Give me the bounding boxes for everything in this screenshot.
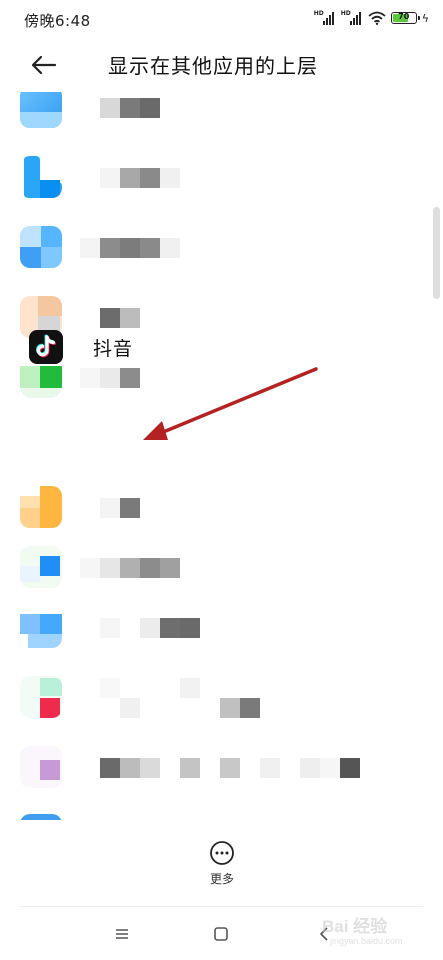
more-button[interactable]: 更多 [192, 838, 252, 890]
signal-hd-label: HD [313, 10, 324, 17]
app-list[interactable] [0, 92, 443, 820]
back-arrow-icon [31, 55, 57, 75]
app-icon [20, 746, 62, 788]
list-item[interactable] [0, 92, 443, 138]
menu-icon [116, 929, 128, 939]
blurred-app-name [100, 758, 360, 778]
list-item[interactable] [0, 598, 443, 658]
list-item[interactable] [0, 668, 443, 728]
blurred-app-name [80, 558, 180, 578]
list-item[interactable] [0, 538, 443, 598]
blurred-app-name [100, 168, 180, 188]
blurred-app-name [80, 368, 140, 388]
blurred-app-name [100, 618, 200, 638]
list-item[interactable] [0, 738, 443, 798]
list-item[interactable] [0, 806, 443, 820]
tiktok-icon [29, 330, 63, 364]
home-button[interactable] [207, 922, 235, 946]
battery-icon: 70 [390, 12, 420, 24]
wifi-icon [368, 11, 386, 25]
signal-hd-label: HD [340, 10, 351, 17]
app-icon [20, 226, 62, 268]
blurred-app-name [100, 498, 140, 518]
settings-screen: 傍晚6:48 HD HD 70 ϟ 显示在其他应用的上层 抖音 更多 Bai 经… [0, 0, 443, 960]
battery-level: 70 [398, 12, 410, 21]
tiktok-note-icon [36, 334, 56, 358]
page-title: 显示在其他应用的上层 [108, 54, 318, 78]
list-item-douyin[interactable] [0, 408, 443, 468]
app-icon [20, 546, 62, 588]
app-icon [20, 156, 62, 198]
menu-button[interactable] [108, 922, 136, 946]
app-name-douyin: 抖音 [93, 338, 134, 360]
status-bar: 傍晚6:48 HD HD 70 ϟ [0, 0, 443, 40]
app-icon [20, 814, 62, 820]
app-icon [20, 486, 62, 528]
blurred-app-name [100, 308, 140, 328]
more-label: 更多 [209, 872, 234, 886]
app-icon [20, 606, 62, 648]
charging-icon: ϟ [421, 11, 429, 25]
status-icons: HD HD 70 ϟ [313, 10, 429, 25]
nav-back-button[interactable] [310, 922, 338, 946]
list-item[interactable] [0, 478, 443, 538]
list-item[interactable] [0, 148, 443, 208]
list-item[interactable] [0, 218, 443, 278]
app-icon [20, 92, 62, 128]
blurred-app-name [100, 98, 160, 118]
signal-icon: HD [313, 10, 336, 25]
page-header: 显示在其他应用的上层 [0, 40, 443, 90]
divider [20, 906, 423, 907]
status-time: 傍晚6:48 [24, 12, 91, 30]
home-icon [214, 927, 228, 941]
back-button[interactable] [24, 48, 64, 82]
signal-icon: HD [340, 10, 363, 25]
blurred-app-name [100, 678, 260, 718]
list-item[interactable] [0, 348, 443, 408]
app-icon [20, 676, 62, 718]
scrollbar[interactable] [433, 207, 440, 299]
navigation-bar [0, 908, 443, 960]
more-dots-icon [210, 841, 234, 865]
list-item[interactable] [0, 288, 443, 348]
blurred-app-name [80, 238, 180, 258]
back-icon [320, 927, 328, 941]
